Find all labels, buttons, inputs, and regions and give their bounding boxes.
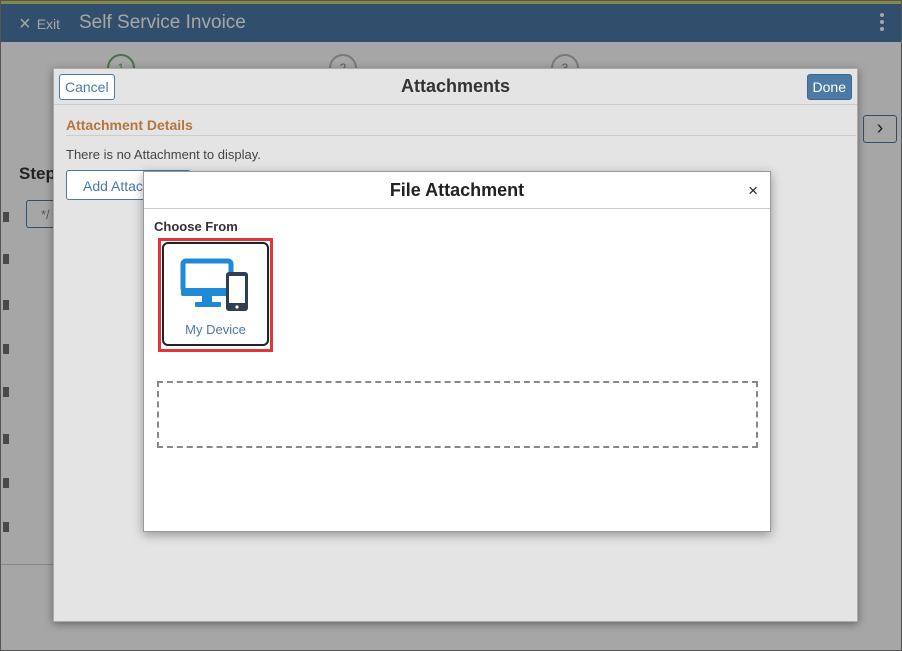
file-attachment-modal: File Attachment × Choose From My Device	[143, 171, 771, 532]
attachments-modal-header: Cancel Attachments Done	[54, 69, 857, 105]
no-attachment-message: There is no Attachment to display.	[66, 147, 261, 162]
choose-from-label: Choose From	[154, 219, 238, 234]
section-divider	[66, 135, 856, 136]
my-device-label: My Device	[185, 322, 246, 337]
attachments-title: Attachments	[400, 76, 511, 96]
file-attachment-header: File Attachment ×	[144, 172, 770, 209]
file-attachment-title: File Attachment	[389, 180, 525, 200]
close-icon[interactable]: ×	[748, 181, 758, 201]
attachment-details-heading: Attachment Details	[66, 117, 193, 133]
my-device-button[interactable]: My Device	[162, 242, 269, 346]
app-window: × Exit Self Service Invoice 1 2 3 › Step…	[0, 0, 902, 651]
file-drop-zone[interactable]	[157, 381, 758, 448]
done-button[interactable]: Done	[806, 74, 852, 100]
desktop-phone-icon	[180, 258, 248, 311]
